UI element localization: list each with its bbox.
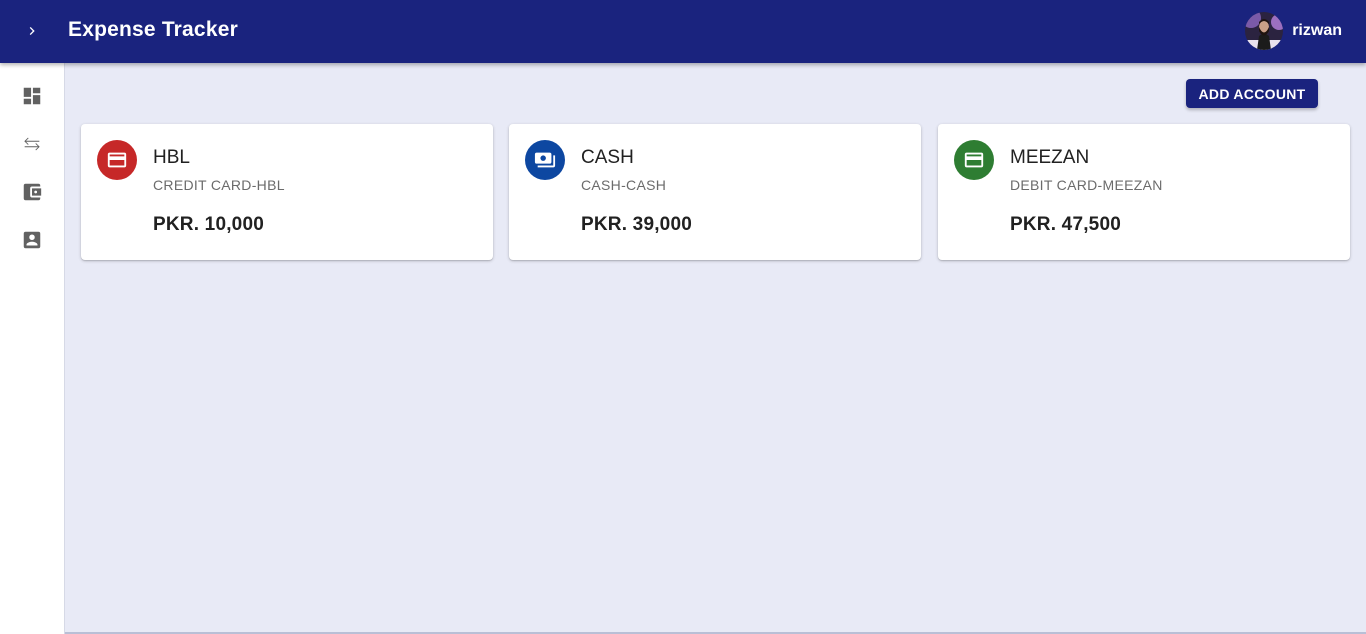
account-card-meezan[interactable]: MEEZAN DEBIT CARD-MEEZAN PKR. 47,500: [938, 124, 1350, 260]
sidebar-item-dashboard[interactable]: [16, 80, 48, 112]
account-type: CREDIT CARD-HBL: [153, 177, 285, 193]
chevron-right-icon[interactable]: [16, 15, 48, 47]
app-bar: Expense Tracker rizwan: [0, 0, 1366, 63]
sidebar-item-profile[interactable]: [16, 224, 48, 256]
credit-card-icon: [97, 140, 137, 180]
credit-card-icon: [954, 140, 994, 180]
cash-icon: [525, 140, 565, 180]
account-balance: PKR. 10,000: [153, 214, 264, 235]
user-menu[interactable]: rizwan: [1245, 12, 1342, 50]
sidebar: [0, 63, 65, 634]
avatar[interactable]: [1245, 12, 1284, 50]
account-card-cash[interactable]: CASH CASH-CASH PKR. 39,000: [509, 124, 921, 260]
app-title: Expense Tracker: [68, 18, 238, 41]
account-balance: PKR. 39,000: [581, 214, 692, 235]
swap-arrows-icon: [24, 137, 40, 151]
user-name: rizwan: [1292, 22, 1342, 39]
dashboard-icon: [23, 87, 41, 105]
account-card-hbl[interactable]: HBL CREDIT CARD-HBL PKR. 10,000: [81, 124, 493, 260]
wallet-icon: [23, 183, 42, 201]
account-name: CASH: [581, 147, 634, 168]
sidebar-item-accounts[interactable]: [16, 176, 48, 208]
account-name: MEEZAN: [1010, 147, 1090, 168]
sidebar-item-transactions[interactable]: [16, 128, 48, 160]
main-content: ADD ACCOUNT HBL CREDIT CARD-HBL PKR. 10,…: [65, 63, 1366, 634]
add-account-button[interactable]: ADD ACCOUNT: [1186, 79, 1318, 108]
account-box-icon: [23, 231, 41, 249]
account-type: CASH-CASH: [581, 177, 667, 193]
account-name: HBL: [153, 147, 190, 168]
account-balance: PKR. 47,500: [1010, 214, 1121, 235]
account-type: DEBIT CARD-MEEZAN: [1010, 177, 1163, 193]
